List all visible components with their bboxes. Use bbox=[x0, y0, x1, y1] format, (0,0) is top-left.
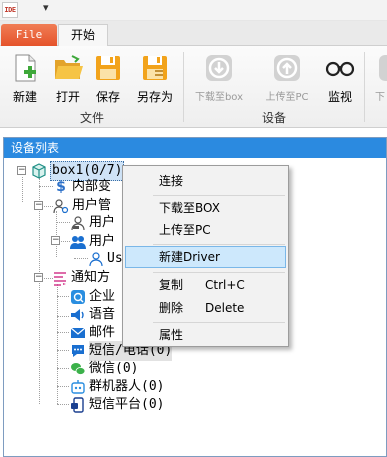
menu-item-download-to-box[interactable]: 下载至BOX bbox=[125, 197, 286, 219]
ribbon: 新建 打开 保存 另存为 文件 下载至box 上传至PC 监视 设备 下 bbox=[0, 46, 387, 128]
tree-node-label: 微信(0) bbox=[89, 361, 139, 376]
robot-icon bbox=[71, 380, 85, 394]
tree-line bbox=[57, 404, 69, 405]
upload-to-pc-label: 上传至PC bbox=[265, 92, 309, 103]
delete-shortcut: Delete bbox=[205, 301, 245, 315]
user-outline-icon bbox=[89, 252, 103, 267]
new-icon bbox=[15, 54, 36, 82]
tree-line bbox=[57, 296, 69, 297]
tree-line bbox=[56, 222, 70, 223]
user-icon bbox=[71, 216, 85, 231]
overflow-label: 下 bbox=[375, 92, 385, 103]
save-label: 保存 bbox=[95, 90, 120, 104]
tree-node-label: 语音 bbox=[89, 307, 116, 322]
save-as-label: 另存为 bbox=[136, 90, 173, 104]
title-bar: IDE ▾ bbox=[0, 0, 387, 21]
sms-platform-icon bbox=[71, 397, 84, 413]
tree-line bbox=[57, 332, 69, 333]
monitor-button[interactable]: 监视 bbox=[320, 50, 360, 106]
tree-node-label: 企业 bbox=[89, 289, 116, 304]
download-to-box-label: 下载至box bbox=[194, 92, 244, 103]
copy-shortcut: Ctrl+C bbox=[205, 278, 245, 292]
tree-node-label: 群机器人(0) bbox=[89, 379, 165, 394]
sms-phone-icon bbox=[72, 345, 84, 357]
device-group-label: 设备 bbox=[261, 111, 286, 125]
mail-icon bbox=[70, 327, 86, 338]
upload-icon bbox=[274, 55, 300, 81]
app-icon: IDE bbox=[2, 2, 18, 18]
monitor-label: 监视 bbox=[327, 90, 352, 104]
save-button[interactable]: 保存 bbox=[88, 50, 128, 106]
tree-line bbox=[22, 177, 23, 202]
tree-line bbox=[39, 178, 40, 404]
tree-node-label: 通知方 bbox=[71, 270, 111, 285]
tree-line bbox=[44, 206, 53, 207]
menu-separator bbox=[153, 322, 285, 323]
tree-line bbox=[74, 258, 88, 259]
quick-access-dropdown[interactable]: ▾ bbox=[43, 1, 49, 14]
tree-node-label: Us bbox=[107, 251, 123, 266]
menu-item-delete[interactable]: 删除 Delete bbox=[125, 297, 286, 319]
new-button[interactable]: 新建 bbox=[2, 50, 48, 106]
users-icon bbox=[70, 236, 86, 249]
notify-icon bbox=[54, 272, 66, 286]
collapse-toggle[interactable]: − bbox=[34, 273, 43, 282]
panel-title: 设备列表 bbox=[4, 138, 386, 158]
tree-node-label: 用户 bbox=[89, 215, 116, 230]
menu-separator bbox=[153, 272, 285, 273]
save-as-icon bbox=[143, 56, 167, 80]
menu-item-connect[interactable]: 连接 bbox=[125, 170, 286, 192]
upload-to-pc-button[interactable]: 上传至PC bbox=[256, 50, 318, 106]
tree-line bbox=[57, 316, 69, 317]
tree-node-label: 内部变 bbox=[72, 179, 112, 194]
collapse-toggle[interactable]: − bbox=[51, 236, 60, 245]
tree-line bbox=[57, 386, 69, 387]
ribbon-separator bbox=[183, 52, 184, 122]
context-menu: 连接 下载至BOX 上传至PC 新建Driver 复制 Ctrl+C 删除 Dele… bbox=[122, 165, 289, 347]
menu-separator bbox=[153, 244, 285, 245]
menu-item-upload-to-pc[interactable]: 上传至PC bbox=[125, 219, 286, 241]
tree-node-label: 短信平台(0) bbox=[89, 397, 165, 412]
tree-line bbox=[57, 368, 69, 369]
tree-line bbox=[39, 186, 53, 187]
menu-item-copy[interactable]: 复制 Ctrl+C bbox=[125, 274, 286, 296]
menu-item-new-driver[interactable]: 新建Driver bbox=[125, 246, 286, 268]
download-icon bbox=[206, 55, 232, 81]
collapse-toggle[interactable]: − bbox=[17, 166, 26, 175]
save-as-button[interactable]: 另存为 bbox=[130, 50, 180, 106]
dollar-icon: $ bbox=[56, 179, 66, 195]
enterprise-icon bbox=[71, 290, 85, 304]
tree-line bbox=[56, 211, 57, 257]
file-group-label: 文件 bbox=[79, 111, 104, 125]
open-label: 打开 bbox=[55, 90, 80, 104]
menu-item-properties[interactable]: 属性 bbox=[125, 324, 286, 346]
new-label: 新建 bbox=[12, 90, 37, 104]
tab-file[interactable]: File bbox=[1, 24, 57, 46]
menu-separator bbox=[153, 195, 285, 196]
box-icon bbox=[32, 163, 46, 179]
open-folder-icon bbox=[55, 55, 83, 79]
ribbon-tabs: File 开始 bbox=[0, 21, 387, 47]
tab-start[interactable]: 开始 bbox=[58, 24, 108, 47]
glasses-icon bbox=[325, 61, 355, 77]
voice-icon bbox=[71, 309, 84, 321]
tree-node-label: 邮件 bbox=[89, 325, 116, 340]
open-button[interactable]: 打开 bbox=[48, 50, 88, 106]
tree-line bbox=[61, 241, 70, 242]
overflow-button[interactable]: 下 bbox=[368, 50, 387, 106]
ribbon-separator bbox=[364, 52, 365, 122]
download-to-box-button[interactable]: 下载至box bbox=[186, 50, 252, 106]
user-manage-icon bbox=[53, 199, 69, 214]
tree-line bbox=[57, 350, 69, 351]
wechat-icon bbox=[71, 363, 86, 375]
overflow-icon bbox=[379, 55, 387, 81]
save-icon bbox=[96, 56, 120, 80]
collapse-toggle[interactable]: − bbox=[34, 201, 43, 210]
